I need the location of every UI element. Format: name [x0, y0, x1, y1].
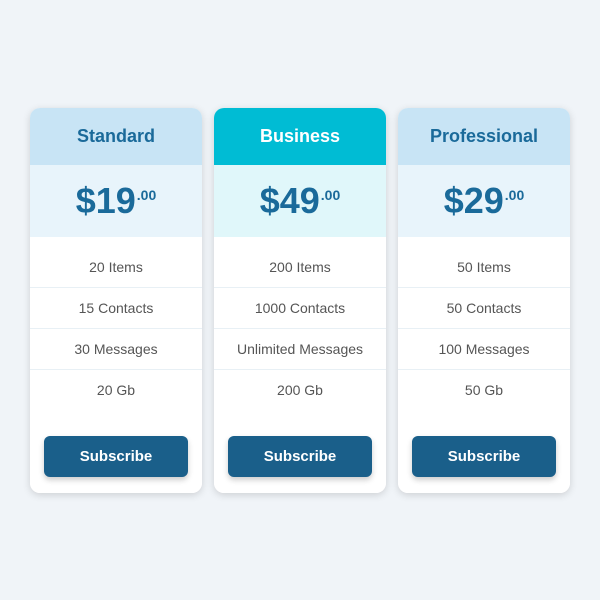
feature-row-business-2: Unlimited Messages [214, 329, 386, 370]
plan-card-business: Business $49.00 200 Items1000 ContactsUnli… [214, 108, 386, 493]
feature-row-standard-2: 30 Messages [30, 329, 202, 370]
plan-price-area-business: $49.00 [214, 165, 386, 237]
plan-price-area-standard: $19.00 [30, 165, 202, 237]
plan-footer-professional: Subscribe [398, 420, 570, 493]
plan-features-professional: 50 Items50 Contacts100 Messages50 Gb [398, 237, 570, 420]
price-cents-professional: .00 [505, 187, 524, 203]
plan-card-standard: Standard $19.00 20 Items15 Contacts30 Mess… [30, 108, 202, 493]
subscribe-button-standard[interactable]: Subscribe [44, 436, 188, 477]
plan-price-standard: $19.00 [76, 183, 157, 219]
feature-row-professional-0: 50 Items [398, 247, 570, 288]
plan-header-professional: Professional [398, 108, 570, 165]
price-main-standard: $19 [76, 183, 136, 219]
feature-row-business-3: 200 Gb [214, 370, 386, 410]
feature-row-standard-1: 15 Contacts [30, 288, 202, 329]
feature-row-professional-3: 50 Gb [398, 370, 570, 410]
feature-row-standard-0: 20 Items [30, 247, 202, 288]
feature-row-standard-3: 20 Gb [30, 370, 202, 410]
feature-row-professional-1: 50 Contacts [398, 288, 570, 329]
price-cents-standard: .00 [137, 187, 156, 203]
price-main-professional: $29 [444, 183, 504, 219]
feature-row-business-1: 1000 Contacts [214, 288, 386, 329]
plan-price-business: $49.00 [260, 183, 341, 219]
feature-row-business-0: 200 Items [214, 247, 386, 288]
feature-row-professional-2: 100 Messages [398, 329, 570, 370]
subscribe-button-professional[interactable]: Subscribe [412, 436, 556, 477]
plan-card-professional: Professional $29.00 50 Items50 Contacts100… [398, 108, 570, 493]
plan-features-business: 200 Items1000 ContactsUnlimited Messages… [214, 237, 386, 420]
plan-header-business: Business [214, 108, 386, 165]
price-cents-business: .00 [321, 187, 340, 203]
plan-price-area-professional: $29.00 [398, 165, 570, 237]
subscribe-button-business[interactable]: Subscribe [228, 436, 372, 477]
price-main-business: $49 [260, 183, 320, 219]
plan-price-professional: $29.00 [444, 183, 525, 219]
plan-footer-standard: Subscribe [30, 420, 202, 493]
pricing-container: Standard$19.0020 Items15 Contacts30 Mess… [10, 88, 590, 513]
plan-header-standard: Standard [30, 108, 202, 165]
plan-features-standard: 20 Items15 Contacts30 Messages20 Gb [30, 237, 202, 420]
plan-footer-business: Subscribe [214, 420, 386, 493]
